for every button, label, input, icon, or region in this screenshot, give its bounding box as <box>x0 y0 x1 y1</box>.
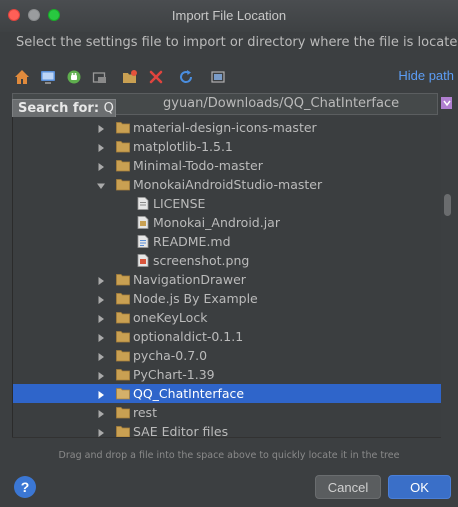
search-query: Q <box>103 101 114 116</box>
expand-arrow-icon[interactable] <box>96 274 106 285</box>
delete-icon[interactable] <box>146 66 166 88</box>
tree-row[interactable]: Node.js By Example <box>13 289 441 308</box>
tree-row-label: matplotlib-1.5.1 <box>133 139 233 154</box>
expand-arrow-icon[interactable] <box>96 407 106 418</box>
tree-row-label: material-design-icons-master <box>133 120 317 135</box>
expand-arrow-icon[interactable] <box>96 141 106 152</box>
folder-icon <box>116 121 130 134</box>
tree-row[interactable]: pycha-0.7.0 <box>13 346 441 365</box>
new-folder-icon[interactable] <box>120 66 140 88</box>
hide-path-link[interactable]: Hide path <box>398 68 454 83</box>
tree-row-label: rest <box>133 405 157 420</box>
folder-icon <box>116 330 130 343</box>
expand-arrow-icon[interactable] <box>96 426 106 437</box>
tree-row-label: pycha-0.7.0 <box>133 348 208 363</box>
folder-icon <box>116 406 130 419</box>
tree-row-label: MonokaiAndroidStudio-master <box>133 177 323 192</box>
tree-row-label: screenshot.png <box>153 253 250 268</box>
tree-row[interactable]: rest <box>13 403 441 422</box>
file-icon <box>136 216 150 229</box>
tree-row[interactable]: Monokai_Android.jar <box>13 213 441 232</box>
folder-icon <box>116 292 130 305</box>
path-value: gyuan/Downloads/QQ_ChatInterface <box>163 96 400 111</box>
tree-row[interactable]: README.md <box>13 232 441 251</box>
file-icon <box>136 254 150 267</box>
instruction-text: Select the settings file to import or di… <box>16 35 458 50</box>
home-icon[interactable] <box>12 66 32 88</box>
folder-icon <box>116 387 130 400</box>
tree-row-label: optionaldict-0.1.1 <box>133 329 244 344</box>
expand-arrow-icon[interactable] <box>96 160 106 171</box>
folder-icon <box>116 349 130 362</box>
tree-row-label: oneKeyLock <box>133 310 208 325</box>
show-hidden-files-icon[interactable] <box>208 66 228 88</box>
tree-row[interactable]: NavigationDrawer <box>13 270 441 289</box>
tree-row-label: NavigationDrawer <box>133 272 246 287</box>
file-icon <box>136 235 150 248</box>
expand-arrow-icon[interactable] <box>96 369 106 380</box>
folder-icon <box>116 178 130 191</box>
tree-row[interactable]: material-design-icons-master <box>13 118 441 137</box>
ok-button[interactable]: OK <box>388 475 451 499</box>
tree-row[interactable]: oneKeyLock <box>13 308 441 327</box>
horizontal-scrollbar[interactable] <box>12 437 441 448</box>
expand-arrow-icon[interactable] <box>96 388 106 399</box>
vertical-scrollbar[interactable] <box>441 117 455 437</box>
expand-arrow-icon[interactable] <box>96 293 106 304</box>
tree-row[interactable]: screenshot.png <box>13 251 441 270</box>
file-icon <box>136 197 150 210</box>
folder-icon <box>116 425 130 437</box>
tree-row-label: Monokai_Android.jar <box>153 215 280 230</box>
search-label: Search for: <box>18 101 100 116</box>
module-icon[interactable] <box>90 66 110 88</box>
path-history-icon[interactable] <box>440 94 454 114</box>
folder-icon <box>116 311 130 324</box>
collapse-arrow-icon[interactable] <box>96 179 106 189</box>
tree-row[interactable]: optionaldict-0.1.1 <box>13 327 441 346</box>
tree-row-label: PyChart-1.39 <box>133 367 215 382</box>
drag-drop-hint: Drag and drop a file into the space abov… <box>58 450 400 461</box>
android-project-icon[interactable] <box>64 66 84 88</box>
tree-row-label: README.md <box>153 234 231 249</box>
tree-row-label: Node.js By Example <box>133 291 258 306</box>
tree-row-label: LICENSE <box>153 196 206 211</box>
tree-row[interactable]: matplotlib-1.5.1 <box>13 137 441 156</box>
refresh-icon[interactable] <box>176 66 196 88</box>
expand-arrow-icon[interactable] <box>96 312 106 323</box>
folder-icon <box>116 159 130 172</box>
expand-arrow-icon[interactable] <box>96 122 106 133</box>
expand-arrow-icon[interactable] <box>96 331 106 342</box>
folder-icon <box>116 368 130 381</box>
tree-row-label: SAE Editor files <box>133 424 229 437</box>
help-button[interactable]: ? <box>14 476 36 498</box>
tree-row-label: QQ_ChatInterface <box>133 386 245 401</box>
file-tree[interactable]: material-design-icons-master matplotlib-1… <box>12 117 441 437</box>
tree-row-label: Minimal-Todo-master <box>133 158 263 173</box>
desktop-icon[interactable] <box>38 66 58 88</box>
tree-row[interactable]: PyChart-1.39 <box>13 365 441 384</box>
tree-row[interactable]: SAE Editor files <box>13 422 441 437</box>
tree-row[interactable]: Minimal-Todo-master <box>13 156 441 175</box>
tree-row[interactable]: QQ_ChatInterface <box>13 384 441 403</box>
vertical-scroll-thumb[interactable] <box>444 194 451 216</box>
tree-row[interactable]: LICENSE <box>13 194 441 213</box>
expand-arrow-icon[interactable] <box>96 350 106 361</box>
folder-icon <box>116 140 130 153</box>
tree-row[interactable]: MonokaiAndroidStudio-master <box>13 175 441 194</box>
cancel-button[interactable]: Cancel <box>315 475 381 499</box>
folder-icon <box>116 273 130 286</box>
window-title: Import File Location <box>171 8 287 23</box>
title-bar: Import File Location <box>0 0 458 32</box>
